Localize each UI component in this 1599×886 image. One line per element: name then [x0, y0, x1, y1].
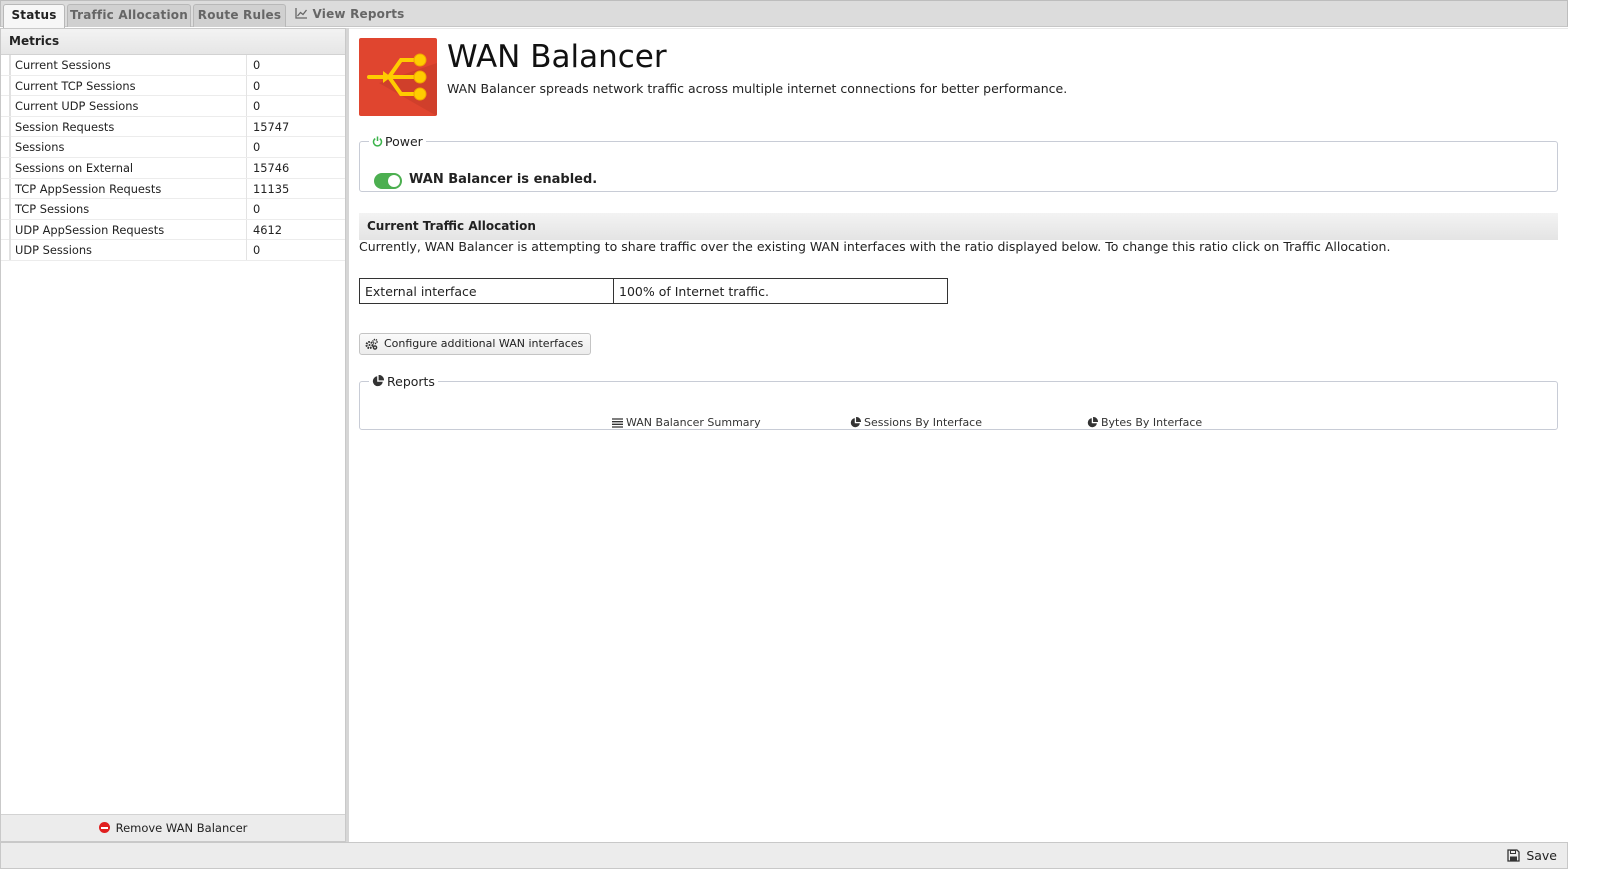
pie-icon: [1087, 416, 1099, 428]
metric-row: TCP Sessions 0: [1, 199, 345, 220]
reports-legend: Reports: [369, 374, 438, 389]
interface-cell: External interface: [359, 278, 614, 304]
tab-label: View Reports: [312, 7, 405, 21]
power-fieldset: Power WAN Balancer is enabled.: [359, 134, 1558, 192]
app-title: WAN Balancer: [447, 39, 667, 75]
metric-row: Current Sessions 0: [1, 55, 345, 76]
tab-label: Route Rules: [197, 8, 282, 22]
metric-row: TCP AppSession Requests 11135: [1, 178, 345, 200]
report-link-sessions-by-interface[interactable]: Sessions By Interface: [850, 416, 982, 429]
save-button[interactable]: Save: [1507, 848, 1557, 863]
share-cell: 100% of Internet traffic.: [613, 278, 948, 304]
metric-row: Current TCP Sessions 0: [1, 75, 345, 97]
power-icon: [372, 136, 383, 147]
app-description: WAN Balancer spreads network traffic acr…: [447, 81, 1068, 96]
metric-value: 0: [246, 96, 345, 117]
tab-label: Status: [11, 8, 57, 22]
metric-row: Session Requests 15747: [1, 116, 345, 138]
metric-name: Session Requests: [9, 116, 246, 137]
save-label: Save: [1526, 848, 1557, 863]
metric-value: 0: [246, 240, 345, 261]
metric-name: UDP AppSession Requests: [9, 219, 246, 240]
remove-app-label: Remove WAN Balancer: [115, 821, 248, 835]
tab-status[interactable]: Status: [3, 4, 65, 28]
tab-traffic-allocation[interactable]: Traffic Allocation: [67, 4, 191, 27]
metric-value: 15747: [246, 116, 345, 137]
metric-value: 0: [246, 137, 345, 158]
metric-value: 11135: [246, 178, 345, 199]
reports-fieldset: Reports WAN Balancer Summary Sessions By…: [359, 374, 1558, 430]
report-link-label: Bytes By Interface: [1101, 416, 1203, 429]
metric-row: Sessions on External 15746: [1, 157, 345, 179]
main-panel: WAN Balancer WAN Balancer spreads networ…: [349, 28, 1568, 842]
metric-value: 0: [246, 75, 345, 96]
power-legend-label: Power: [385, 134, 423, 149]
metric-name: Current UDP Sessions: [9, 96, 246, 117]
pie-icon: [850, 416, 862, 428]
remove-app-button[interactable]: Remove WAN Balancer: [1, 814, 345, 841]
tab-route-rules[interactable]: Route Rules: [193, 4, 286, 27]
metric-value: 15746: [246, 157, 345, 178]
metric-row: UDP Sessions 0: [1, 240, 345, 261]
allocation-table: External interface 100% of Internet traf…: [359, 278, 948, 304]
tab-label: Traffic Allocation: [70, 8, 188, 22]
wan-balancer-logo-icon: [359, 38, 437, 116]
report-link-bytes-by-interface[interactable]: Bytes By Interface: [1087, 416, 1202, 429]
metric-row: Current UDP Sessions 0: [1, 96, 345, 117]
allocation-description: Currently, WAN Balancer is attempting to…: [359, 239, 1391, 254]
metric-name: Sessions: [9, 137, 246, 158]
list-icon: [612, 418, 623, 428]
report-link-label: WAN Balancer Summary: [626, 416, 761, 429]
gears-icon: [365, 338, 378, 350]
power-toggle[interactable]: [374, 173, 402, 189]
metric-value: 0: [246, 55, 345, 75]
tab-bar: Status Traffic Allocation Route Rules Vi…: [0, 0, 1568, 28]
metric-value: 4612: [246, 219, 345, 240]
report-link-label: Sessions By Interface: [864, 416, 982, 429]
metric-name: UDP Sessions: [9, 240, 246, 261]
report-link-summary[interactable]: WAN Balancer Summary: [612, 416, 761, 429]
bottom-toolbar: Save: [0, 842, 1568, 869]
allocation-heading: Current Traffic Allocation: [359, 213, 1558, 240]
configure-interfaces-label: Configure additional WAN interfaces: [384, 337, 584, 350]
metric-row: Sessions 0: [1, 137, 345, 158]
tab-view-reports[interactable]: View Reports: [293, 4, 407, 27]
pie-chart-icon: [372, 374, 385, 387]
metric-row: UDP AppSession Requests 4612: [1, 219, 345, 241]
remove-icon: [98, 822, 110, 833]
power-legend: Power: [369, 134, 426, 149]
metrics-panel: Metrics Current Sessions 0 Current TCP Se…: [0, 28, 346, 842]
metric-name: TCP Sessions: [9, 199, 246, 220]
metric-name: TCP AppSession Requests: [9, 178, 246, 199]
metric-name: Current TCP Sessions: [9, 75, 246, 96]
save-icon: [1507, 849, 1520, 862]
metrics-title: Metrics: [1, 29, 345, 55]
power-status: WAN Balancer is enabled.: [409, 172, 598, 187]
reports-legend-label: Reports: [387, 374, 435, 389]
metric-name: Current Sessions: [9, 55, 246, 75]
metric-value: 0: [246, 199, 345, 220]
metric-name: Sessions on External: [9, 157, 246, 178]
configure-interfaces-button[interactable]: Configure additional WAN interfaces: [359, 333, 592, 355]
table-row: External interface 100% of Internet traf…: [359, 278, 948, 304]
line-chart-icon: [295, 8, 308, 19]
